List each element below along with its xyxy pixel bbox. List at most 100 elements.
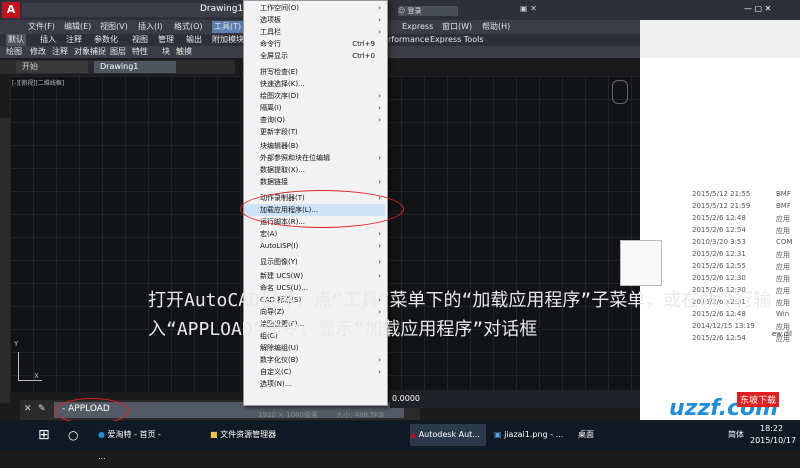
navigation-bar[interactable] (612, 80, 628, 104)
explorer-row[interactable]: 2015/5/12 21:55 BMF (690, 190, 800, 202)
tab-start[interactable]: 开始 (16, 61, 88, 73)
submenu-arrow-icon: › (378, 4, 381, 12)
taskbar-item-browser[interactable]: ● 爱淘特 - 首页 - ... (98, 424, 168, 461)
menu-window[interactable]: 窗口(W) (442, 21, 472, 33)
panel-properties[interactable]: 特性 (132, 46, 148, 58)
explorer-row[interactable]: 2015/5/12 21:59 BMF (690, 202, 800, 214)
tab-manage[interactable]: 管理 (158, 34, 174, 46)
window-controls[interactable]: — ▢ ✕ (744, 4, 771, 13)
menu-item-20[interactable]: 显示图像(Y) › (244, 256, 385, 268)
tab-parametric[interactable]: 参数化 (94, 34, 118, 46)
side-palette-bar[interactable] (0, 118, 10, 403)
panel-modify[interactable]: 修改 (30, 46, 46, 58)
file-preview-thumbnail[interactable] (620, 240, 662, 286)
taskbar-item-image[interactable]: ▣ jiazai1.png - ... (494, 424, 570, 446)
submenu-arrow-icon: › (378, 242, 381, 250)
menu-item-icon (248, 344, 256, 352)
taskbar-desktop[interactable]: 桌面 (578, 424, 594, 446)
tab-insert[interactable]: 插入 (40, 34, 56, 46)
panel-osnap[interactable]: 对象捕捉 (74, 46, 106, 58)
menu-item-28[interactable]: 数字化仪(B) › (244, 354, 385, 366)
menu-item-6[interactable]: 快速选择(K)... (244, 78, 385, 90)
menu-file[interactable]: 文件(F) (28, 21, 55, 33)
panel-block[interactable]: 块 (162, 46, 170, 58)
menu-item-9[interactable]: 查询(Q) › (244, 114, 385, 126)
menu-insert[interactable]: 插入(I) (138, 21, 163, 33)
menu-help[interactable]: 帮助(H) (482, 21, 510, 33)
panel-annotation[interactable]: 注释 (52, 46, 68, 58)
explorer-row[interactable]: 2015/2/6 12:30 应用 (690, 274, 800, 286)
clock-date[interactable]: 2015/10/17 (750, 436, 796, 445)
panel-touch[interactable]: 触摸 (176, 46, 192, 58)
menu-item-30[interactable]: 选项(N)... (244, 378, 385, 390)
explorer-toolbar[interactable] (640, 20, 800, 58)
menu-express[interactable]: Express (402, 21, 433, 33)
status-bar[interactable] (390, 390, 640, 408)
title-extra-icons[interactable]: ▣ ✕ (520, 4, 537, 13)
menu-item-label: 新建 UCS(W) (260, 272, 304, 280)
clock-time[interactable]: 18:22 (760, 424, 783, 433)
menu-item-icon (248, 230, 256, 238)
tab-addins[interactable]: 附加模块 (212, 34, 244, 46)
explorer-row[interactable]: 2015/2/6 12:55 应用 (690, 262, 800, 274)
menu-item-11[interactable]: 块编辑器(B) (244, 140, 385, 152)
menu-item-10[interactable]: 更新字段(T) (244, 126, 385, 138)
explorer-row[interactable]: 2015/2/6 12:54 应用 (690, 226, 800, 238)
ime-indicator[interactable]: 简体 (728, 424, 744, 446)
login-box[interactable]: ☺ 登录 (398, 6, 458, 16)
menu-item-2[interactable]: 工具栏 › (244, 26, 385, 38)
tab-annotate[interactable]: 注释 (66, 34, 82, 46)
menu-item-icon (248, 154, 256, 162)
autocad-logo-icon[interactable]: A (2, 2, 20, 18)
submenu-arrow-icon: › (378, 92, 381, 100)
menu-item-label: 选项(N)... (260, 380, 292, 388)
menu-format[interactable]: 格式(O) (174, 21, 203, 33)
menu-item-4[interactable]: 全屏显示 Ctrl+0 (244, 50, 385, 62)
menu-edit[interactable]: 编辑(E) (64, 21, 91, 33)
menu-item-0[interactable]: 工作空间(O) › (244, 2, 385, 14)
explorer-row[interactable]: 2015/2/6 12:48 应用 (690, 214, 800, 226)
tab-drawing1[interactable]: Drawing1 (94, 61, 176, 73)
menu-view[interactable]: 视图(V) (100, 21, 128, 33)
panel-draw[interactable]: 绘图 (6, 46, 22, 58)
menu-item-7[interactable]: 绘图次序(D) › (244, 90, 385, 102)
file-type: BMF (776, 202, 791, 210)
windows-start-icon[interactable]: ⊞ (38, 424, 50, 446)
menu-item-icon (248, 272, 256, 280)
close-icon[interactable]: ✕ (24, 404, 32, 414)
viewport-label[interactable]: [-][俯视][二维线框] (12, 78, 64, 87)
tab-performance[interactable]: rformance (388, 34, 429, 46)
menu-item-5[interactable]: 拼写检查(E) (244, 66, 385, 78)
panel-layers[interactable]: 图层 (110, 46, 126, 58)
explorer-row[interactable]: 2015/2/6 12:31 应用 (690, 250, 800, 262)
menu-item-label: 拼写检查(E) (260, 68, 298, 76)
tab-output[interactable]: 输出 (186, 34, 202, 46)
tab-default[interactable]: 默认 (6, 34, 26, 46)
menu-item-icon (248, 116, 256, 124)
search-icon[interactable]: ○ (68, 424, 78, 446)
menu-item-8[interactable]: 隔离(I) › (244, 102, 385, 114)
menu-item-icon (248, 92, 256, 100)
menu-item-label: 数据提取(X)... (260, 166, 305, 174)
tab-express-tools[interactable]: Express Tools (430, 34, 484, 46)
explorer-row[interactable]: 2010/3/20 3:53 COM (690, 238, 800, 250)
menu-item-21[interactable]: 新建 UCS(W) › (244, 270, 385, 282)
menu-item-label: 选项板 (260, 16, 281, 24)
submenu-arrow-icon: › (378, 104, 381, 112)
ucs-y-label: Y (14, 340, 19, 348)
menu-item-1[interactable]: 选项板 › (244, 14, 385, 26)
tab-view[interactable]: 视图 (132, 34, 148, 46)
menu-tools[interactable]: 工具(T) (212, 21, 244, 33)
menu-item-12[interactable]: 外部参照和块在位编辑 › (244, 152, 385, 164)
taskbar-item-autocad[interactable]: ▲ Autodesk Aut... (410, 424, 486, 446)
menu-item-18[interactable]: 宏(A) › (244, 228, 385, 240)
wrench-icon[interactable]: ✎ (38, 404, 46, 414)
menu-item-29[interactable]: 自定义(C) › (244, 366, 385, 378)
taskbar-item-explorer[interactable]: ■ 文件资源管理器 (210, 424, 280, 446)
menu-item-14[interactable]: 数据链接 › (244, 176, 385, 188)
menu-item-19[interactable]: AutoLISP(I) › (244, 240, 385, 252)
submenu-arrow-icon: › (378, 154, 381, 162)
menu-item-3[interactable]: 命令行 Ctrl+9 (244, 38, 385, 50)
file-date: 2015/2/6 12:54 (692, 226, 746, 234)
menu-item-13[interactable]: 数据提取(X)... (244, 164, 385, 176)
